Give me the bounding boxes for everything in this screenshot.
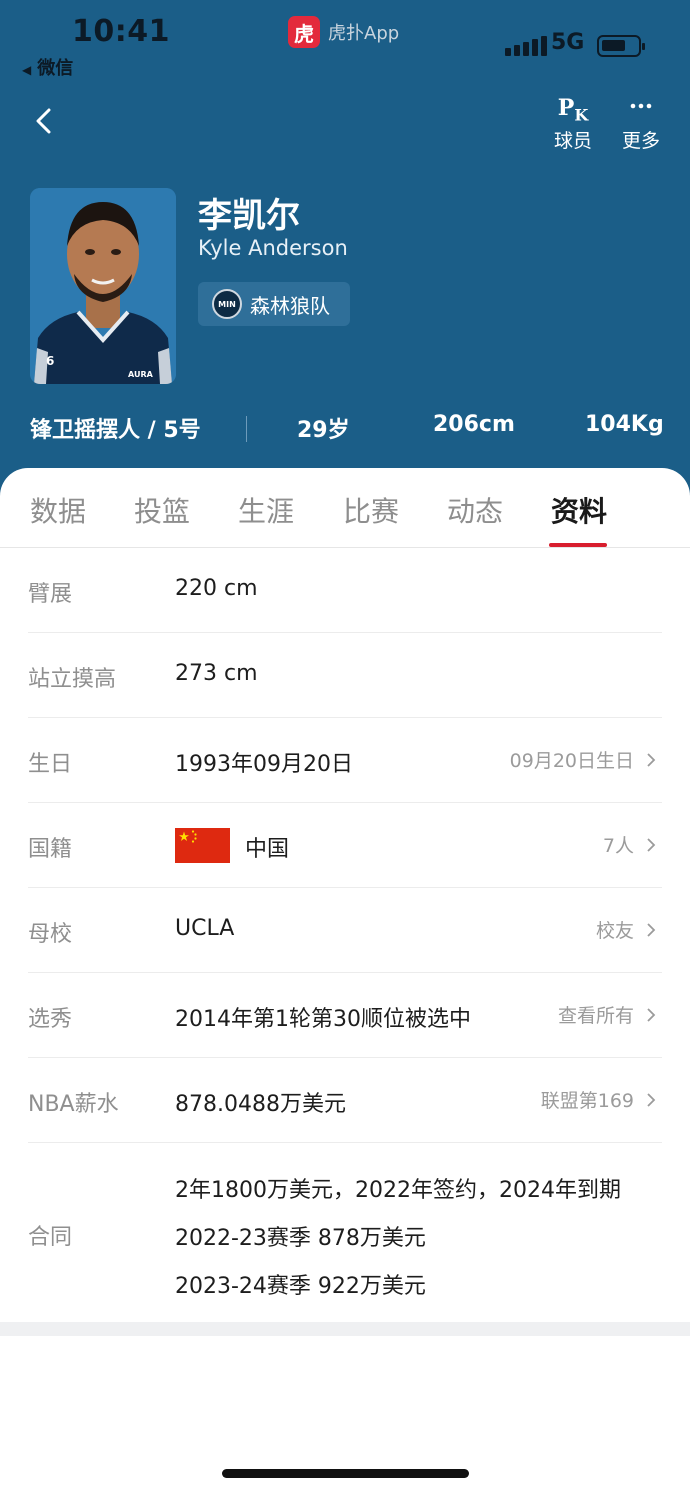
player-name-cn: 李凯尔: [198, 196, 300, 236]
info-key: 母校: [28, 922, 73, 947]
stats-divider: [246, 416, 247, 442]
player-header: 10:41 ◀ 微信 虎 虎扑App 5G PK 球员 更多 6 AURA 李凯…: [0, 0, 690, 500]
player-photo: 6 AURA: [30, 188, 176, 384]
info-key: 站立摸高: [28, 667, 117, 692]
app-name: 虎扑App: [328, 23, 400, 44]
tab-stats[interactable]: 数据: [30, 490, 86, 530]
tab-news[interactable]: 动态: [447, 490, 503, 530]
contract-line: 2年1800万美元，2022年签约，2024年到期: [175, 1178, 621, 1203]
chevron-right-icon: [647, 1092, 656, 1107]
pk-label: 球员: [553, 130, 592, 152]
active-tab-indicator: [549, 543, 607, 547]
info-row-draft[interactable]: 选秀 2014年第1轮第30顺位被选中 查看所有: [28, 973, 662, 1058]
info-link-label: 09月20日生日: [509, 750, 634, 772]
info-value: UCLA: [175, 916, 235, 941]
back-button[interactable]: [30, 104, 60, 138]
info-row-birthday[interactable]: 生日 1993年09月20日 09月20日生日: [28, 718, 662, 803]
info-row-salary[interactable]: NBA薪水 878.0488万美元 联盟第169: [28, 1058, 662, 1143]
back-app-label: 微信: [37, 58, 74, 79]
info-row-nationality[interactable]: 国籍 中国 7人: [28, 803, 662, 888]
hupu-logo-icon: 虎: [288, 16, 320, 48]
salary-rank-link[interactable]: 联盟第169: [541, 1086, 656, 1113]
contract-details: 2年1800万美元，2022年签约，2024年到期 2022-23赛季 878万…: [175, 1167, 621, 1311]
position-number: 锋卫摇摆人 / 5号: [30, 418, 201, 443]
birthday-link[interactable]: 09月20日生日: [510, 746, 656, 773]
info-key: 合同: [28, 1225, 73, 1250]
tab-profile[interactable]: 资料: [551, 490, 607, 530]
tab-bar: 数据 投篮 生涯 比赛 动态 资料: [0, 468, 690, 548]
info-row-wingspan: 臂展 220 cm: [28, 548, 662, 633]
timberwolves-logo-icon: MIN: [212, 289, 242, 319]
college-link[interactable]: 校友: [596, 916, 656, 943]
info-link-label: 7人: [602, 835, 634, 857]
info-link-label: 查看所有: [557, 1005, 634, 1027]
info-value: 中国: [245, 837, 290, 862]
tab-career[interactable]: 生涯: [238, 490, 294, 530]
team-chip[interactable]: MIN 森林狼队: [198, 282, 350, 326]
home-indicator[interactable]: [222, 1469, 469, 1478]
info-key: 选秀: [28, 1007, 73, 1032]
info-link-label: 校友: [595, 920, 634, 942]
chevron-right-icon: [647, 752, 656, 767]
battery-icon: [597, 35, 645, 57]
height: 206cm: [433, 412, 515, 437]
pk-icon: PK: [557, 95, 589, 125]
tab-shooting[interactable]: 投篮: [134, 490, 190, 530]
more-label: 更多: [621, 130, 660, 152]
team-name: 森林狼队: [250, 293, 330, 318]
info-value: 1993年09月20日: [175, 752, 353, 777]
info-row-contract: 合同 2年1800万美元，2022年签约，2024年到期 2022-23赛季 8…: [28, 1143, 662, 1323]
contract-line: 2023-24赛季 922万美元: [175, 1274, 426, 1299]
profile-info-list: 臂展 220 cm 站立摸高 273 cm 生日 1993年09月20日 09月…: [0, 548, 690, 1323]
back-to-app-link[interactable]: ◀ 微信: [22, 54, 73, 80]
chevron-right-icon: [647, 837, 656, 852]
more-dots-icon: [611, 92, 671, 124]
more-button[interactable]: 更多: [611, 92, 671, 153]
chevron-right-icon: [647, 1007, 656, 1022]
section-divider: [0, 1322, 690, 1336]
weight: 104Kg: [585, 412, 664, 437]
chevron-left-icon: [36, 108, 51, 134]
contract-line: 2022-23赛季 878万美元: [175, 1226, 426, 1251]
china-flag-icon: [175, 828, 230, 863]
app-badge: 虎 虎扑App: [288, 16, 399, 48]
jersey-brand: AURA: [128, 370, 153, 379]
info-key: NBA薪水: [28, 1092, 119, 1117]
player-name-en: Kyle Anderson: [198, 236, 348, 260]
player-stats-row: 锋卫摇摆人 / 5号 29岁 206cm 104Kg: [0, 408, 690, 448]
tab-games[interactable]: 比赛: [343, 490, 399, 530]
status-time: 10:41: [72, 14, 170, 49]
info-row-reach: 站立摸高 273 cm: [28, 633, 662, 718]
info-value: 220 cm: [175, 576, 258, 601]
info-key: 臂展: [28, 582, 73, 607]
nationality-link[interactable]: 7人: [603, 831, 656, 858]
info-key: 国籍: [28, 837, 73, 862]
info-value: 878.0488万美元: [175, 1092, 346, 1117]
info-key: 生日: [28, 752, 73, 777]
back-triangle-icon: ◀: [22, 63, 32, 77]
age: 29岁: [297, 418, 350, 443]
info-link-label: 联盟第169: [540, 1090, 634, 1112]
chevron-right-icon: [647, 922, 656, 937]
pk-button[interactable]: PK 球员: [543, 92, 603, 153]
signal-icon: [505, 36, 547, 56]
jersey-number: 6: [46, 354, 55, 368]
info-row-college[interactable]: 母校 UCLA 校友: [28, 888, 662, 973]
draft-link[interactable]: 查看所有: [558, 1001, 656, 1028]
info-value: 273 cm: [175, 661, 258, 686]
network-type: 5G: [551, 30, 585, 55]
info-value: 2014年第1轮第30顺位被选中: [175, 1007, 471, 1032]
